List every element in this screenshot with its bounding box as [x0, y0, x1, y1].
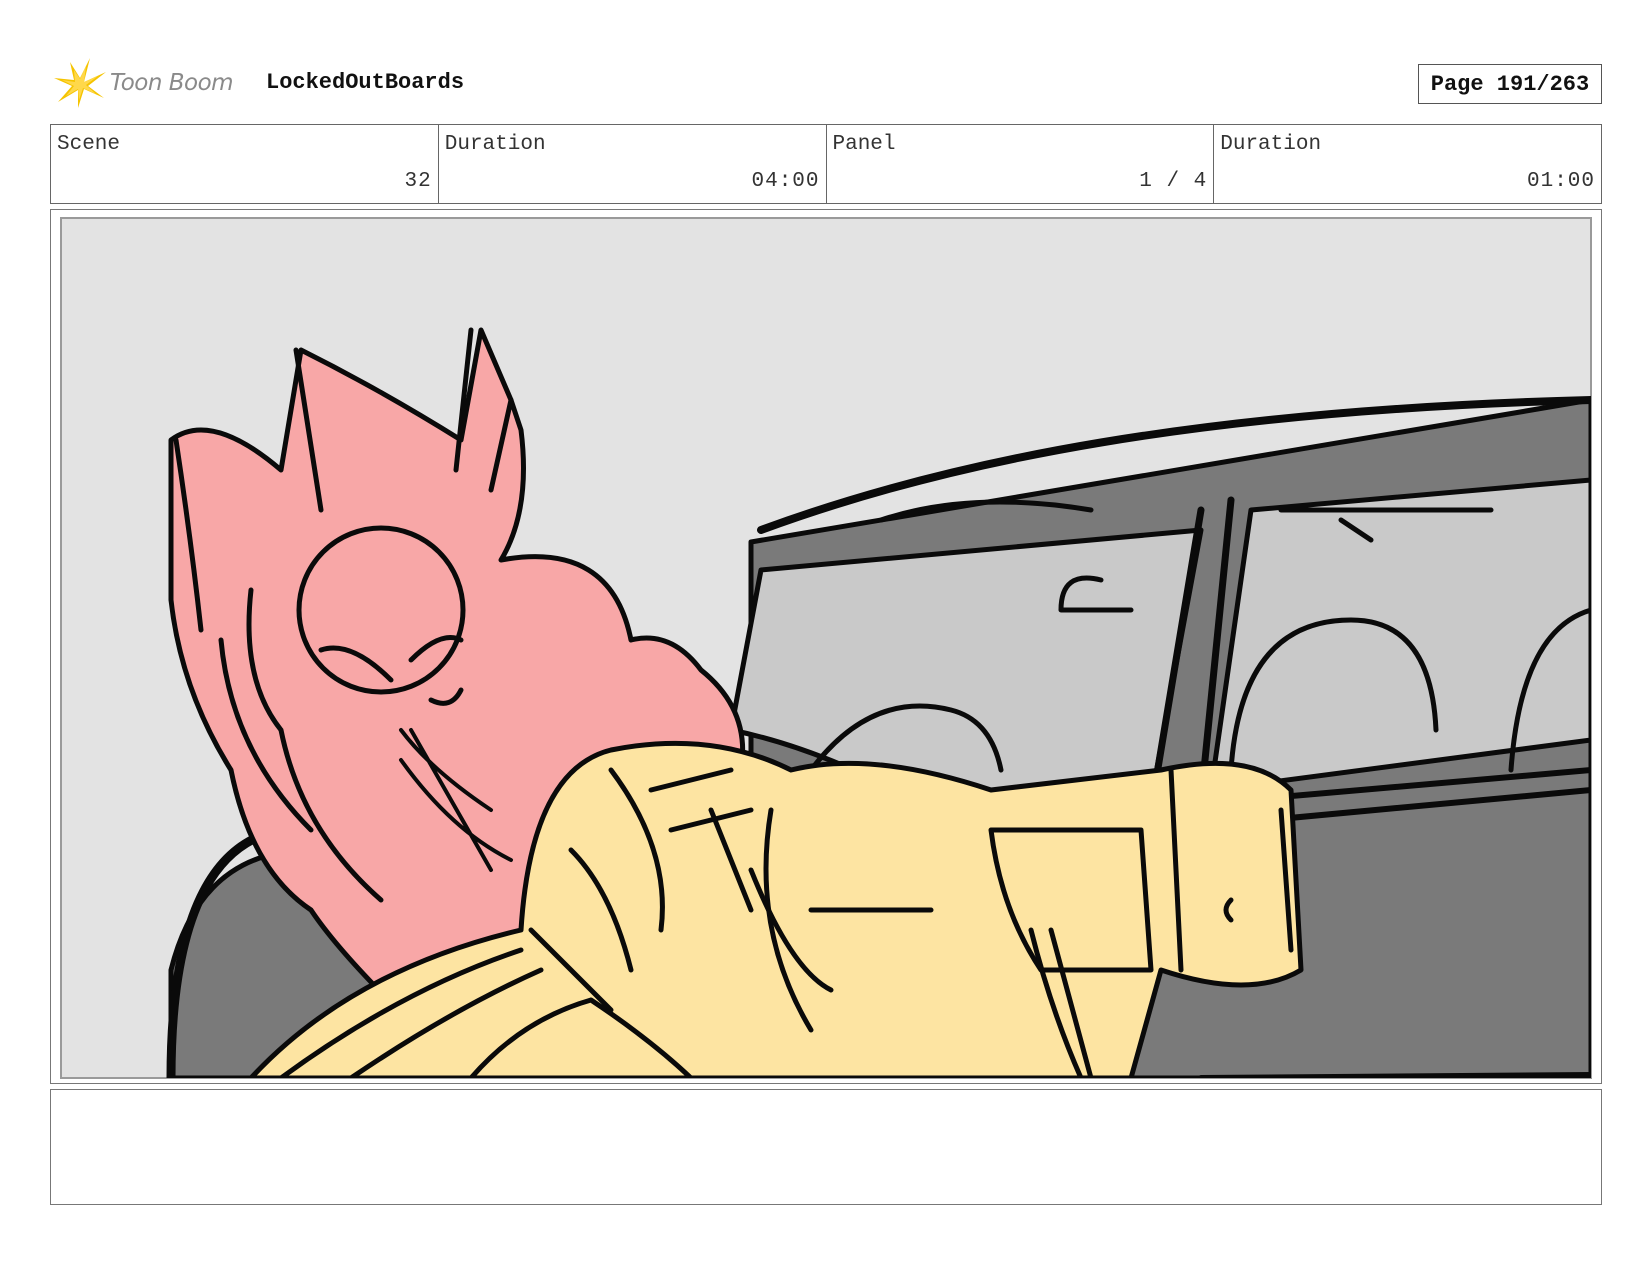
- page-indicator: Page 191/263: [1418, 64, 1602, 104]
- panel-cell: Panel 1 / 4: [827, 125, 1215, 203]
- page-header: Toon Boom LockedOutBoards Page 191/263: [50, 58, 1602, 108]
- panel-label: Panel: [832, 133, 896, 156]
- scene-duration-label: Duration: [444, 133, 546, 156]
- panel-duration-cell: Duration 01:00: [1214, 125, 1601, 203]
- panel-info-table: Scene 32 Duration 04:00 Panel 1 / 4 Dura…: [50, 124, 1602, 204]
- project-title: LockedOutBoards: [266, 70, 465, 95]
- panel-value: 1 / 4: [1139, 170, 1208, 193]
- storyboard-frame: [50, 209, 1602, 1084]
- scene-value: 32: [404, 170, 432, 193]
- logo-wordmark: Toon Boom: [110, 70, 234, 96]
- scene-label: Scene: [57, 133, 121, 156]
- scene-cell: Scene 32: [51, 125, 439, 203]
- panel-duration-value: 01:00: [1526, 170, 1595, 193]
- panel-notes: [50, 1089, 1602, 1205]
- scene-duration-cell: Duration 04:00: [439, 125, 827, 203]
- starburst-icon: [54, 58, 106, 108]
- storyboard-drawing: [60, 217, 1592, 1079]
- panel-duration-label: Duration: [1220, 133, 1322, 156]
- scene-duration-value: 04:00: [751, 170, 820, 193]
- toon-boom-logo: Toon Boom: [54, 58, 234, 108]
